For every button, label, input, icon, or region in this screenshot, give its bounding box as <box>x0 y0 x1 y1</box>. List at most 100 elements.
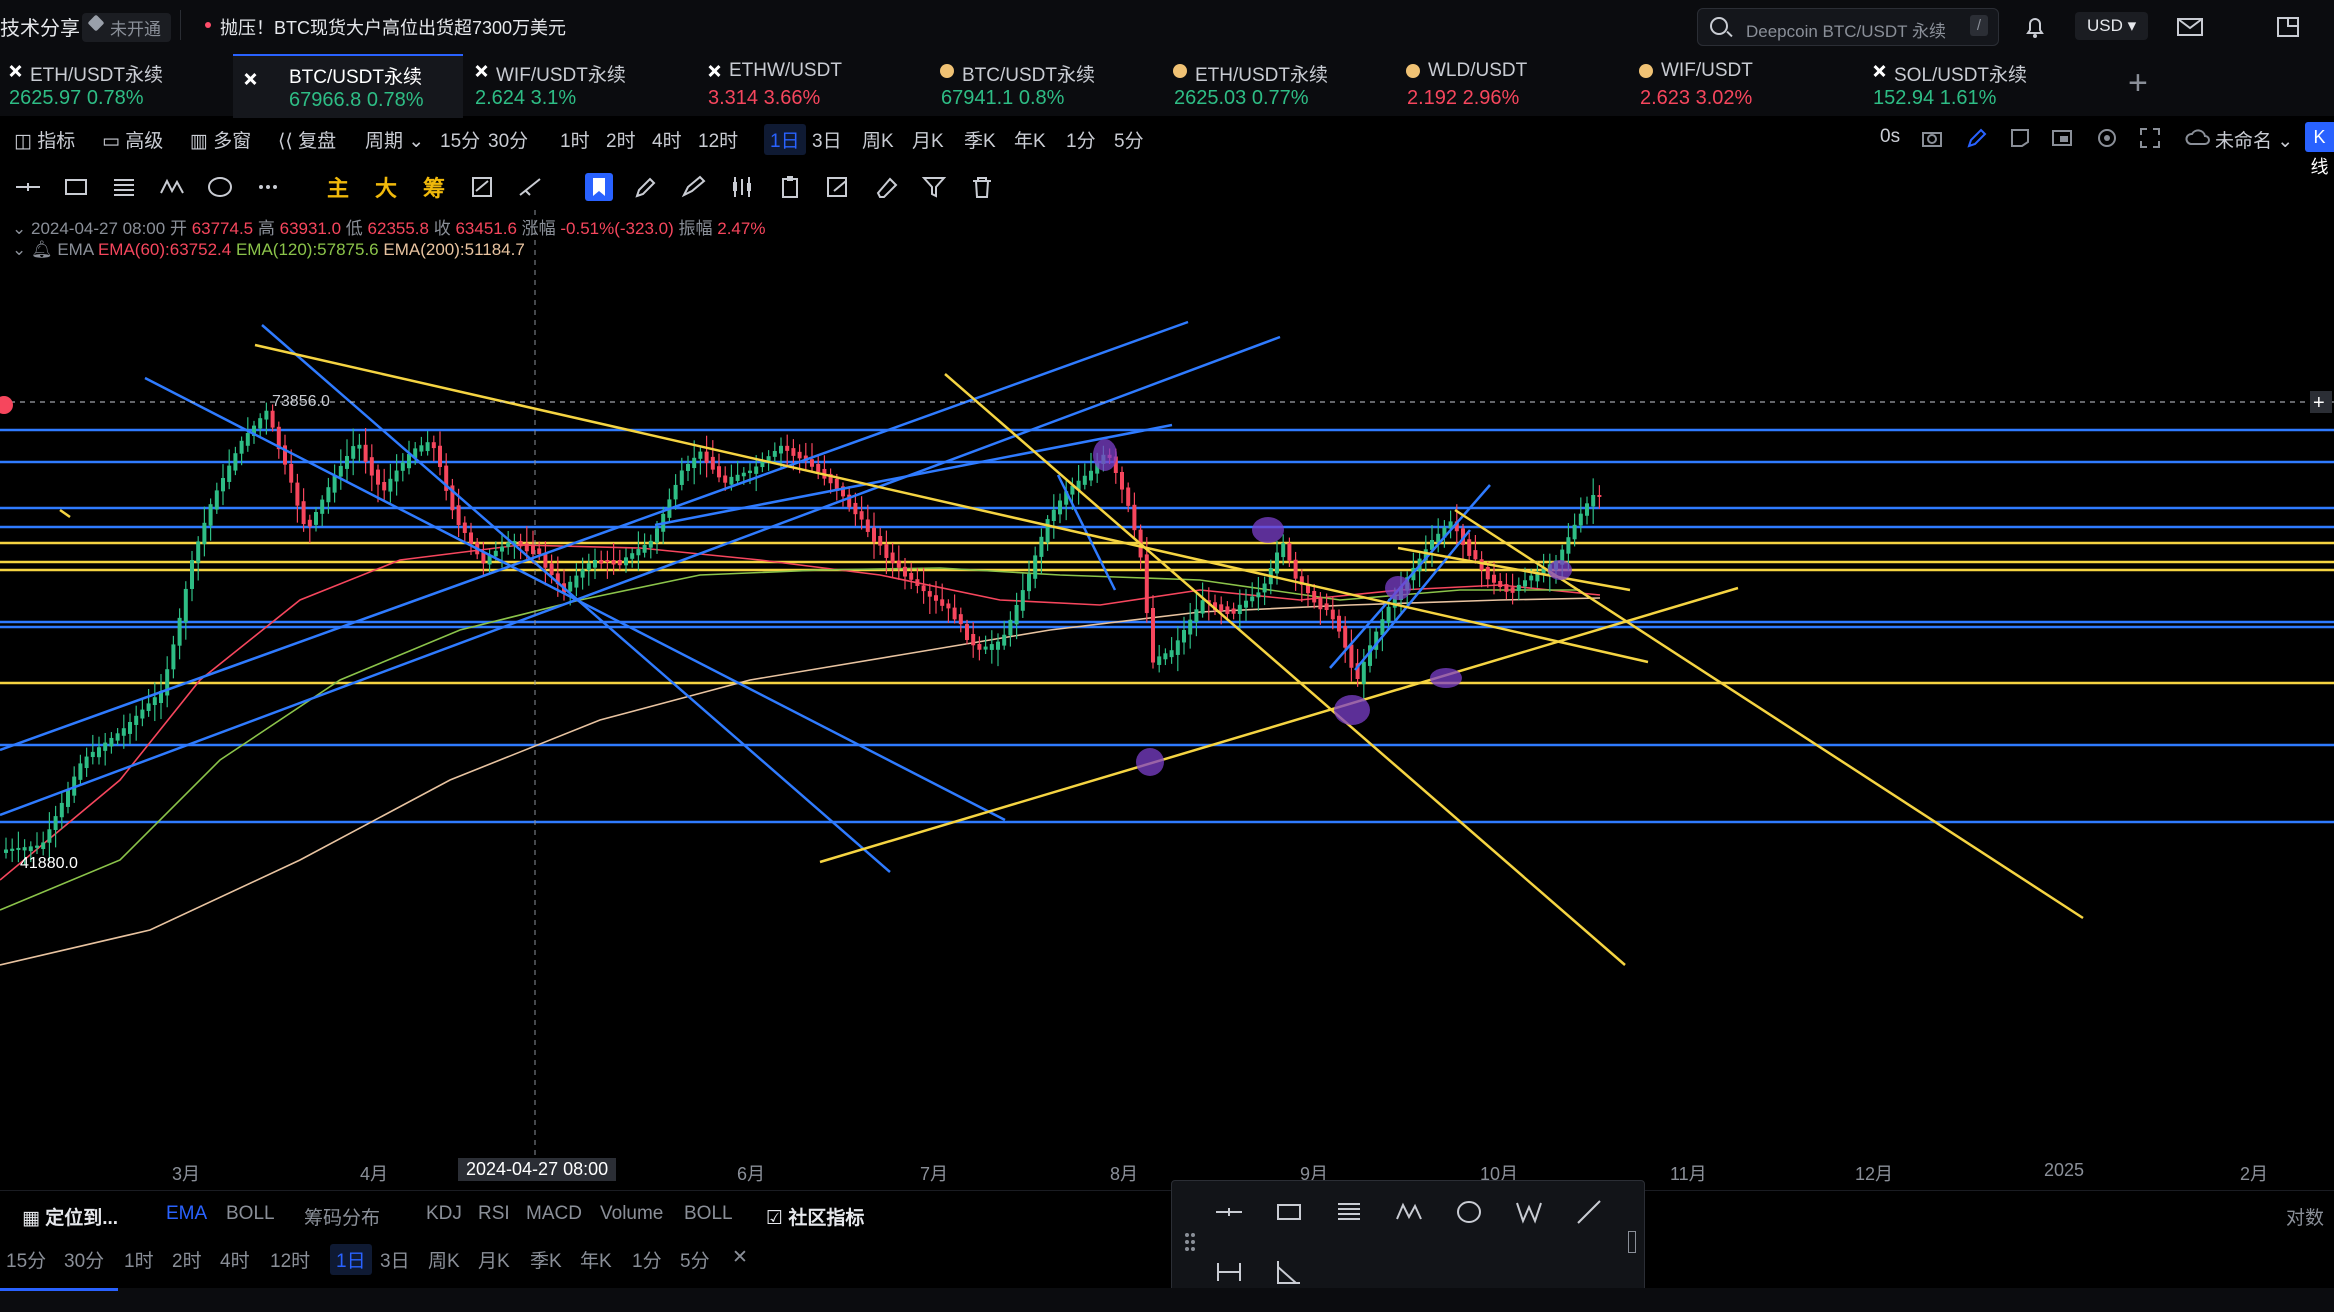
interval-option[interactable]: 季K <box>964 126 996 153</box>
interval-option[interactable]: 12时 <box>270 1246 310 1273</box>
ticker-tab[interactable]: SOL/USDT永续 152.94 1.61% <box>1864 54 2094 116</box>
interval-option[interactable]: 月K <box>912 126 944 153</box>
camera-icon[interactable] <box>1920 126 1944 150</box>
indicator-tab[interactable]: RSI <box>478 1203 510 1225</box>
indicator-tab[interactable]: MACD <box>526 1203 582 1225</box>
date-range-icon[interactable] <box>1214 1257 1244 1287</box>
interval-option[interactable]: 15分 <box>440 126 480 153</box>
interval-option[interactable]: 1分 <box>632 1246 662 1273</box>
rectangle-icon[interactable] <box>62 173 90 201</box>
indicators-button[interactable]: ◫ 指标 <box>14 126 75 153</box>
main-chart-tool[interactable]: 主 <box>327 171 349 203</box>
interval-option[interactable]: 季K <box>530 1246 562 1273</box>
cloud-icon[interactable] <box>2185 126 2211 150</box>
add-tab-icon[interactable]: + <box>2128 64 2148 103</box>
window-icon[interactable] <box>2274 12 2304 42</box>
w-pattern-icon[interactable] <box>1514 1197 1544 1227</box>
clipboard-icon[interactable] <box>776 173 804 201</box>
advanced-button[interactable]: ▭ 高级 <box>102 126 163 153</box>
interval-option[interactable]: 周K <box>862 126 894 153</box>
multi-window-button[interactable]: ▥ 多窗 <box>190 126 251 153</box>
mail-icon[interactable] <box>2175 12 2205 42</box>
ticker-tab[interactable]: ETH/USDT永续 2625.97 0.78% <box>0 54 230 116</box>
interval-option[interactable]: 1时 <box>560 126 590 153</box>
rectangle-icon[interactable] <box>1274 1197 1304 1227</box>
price-chart[interactable]: 73856.0 41880.0 + <box>0 210 2334 1160</box>
interval-option[interactable]: 5分 <box>680 1246 710 1273</box>
interval-option[interactable]: 30分 <box>488 126 528 153</box>
news-headline[interactable]: 抛压！BTC现货大户高位出货超7300万美元 <box>220 14 566 40</box>
settings-icon[interactable] <box>2095 126 2119 150</box>
interval-option[interactable]: 5分 <box>1114 126 1144 153</box>
interval-option[interactable]: 1日 <box>764 124 806 155</box>
magnet-icon[interactable] <box>468 173 496 201</box>
interval-option[interactable]: 周K <box>428 1246 460 1273</box>
interval-option[interactable]: 2时 <box>172 1246 202 1273</box>
measure-icon[interactable] <box>516 173 544 201</box>
layers-icon[interactable] <box>2050 126 2074 150</box>
period-dropdown[interactable]: 周期 ⌄ <box>365 126 424 153</box>
ellipse-icon[interactable] <box>206 173 234 201</box>
interval-option[interactable]: 年K <box>580 1246 612 1273</box>
indicator-tab[interactable]: 筹码分布 <box>304 1203 380 1230</box>
bell-icon[interactable] <box>2020 12 2050 42</box>
ticker-tab[interactable]: WLD/USDT 2.192 2.96% <box>1398 54 1628 116</box>
fib-icon[interactable] <box>110 173 138 201</box>
interval-option[interactable]: 2时 <box>606 126 636 153</box>
floating-draw-toolbar[interactable] <box>1171 1180 1645 1302</box>
replay-button[interactable]: ⟨⟨ 复盘 <box>278 126 336 153</box>
big-order-tool[interactable]: 大 <box>375 171 397 203</box>
kline-button[interactable]: K线 <box>2305 122 2334 177</box>
interval-option[interactable]: 1日 <box>330 1244 372 1275</box>
ellipse-icon[interactable] <box>1454 1197 1484 1227</box>
indicator-tab[interactable]: BOLL <box>684 1203 733 1225</box>
brush-icon[interactable] <box>680 173 708 201</box>
interval-option[interactable]: 4时 <box>652 126 682 153</box>
indicator-tab[interactable]: Volume <box>600 1203 663 1225</box>
pencil-icon[interactable] <box>632 173 660 201</box>
search-input[interactable]: Deepcoin BTC/USDT 永续 <box>1746 17 1946 42</box>
horizontal-line-icon[interactable] <box>1214 1197 1244 1227</box>
search-box[interactable]: Deepcoin BTC/USDT 永续 / <box>1697 8 1999 46</box>
chips-tool[interactable]: 筹 <box>423 171 445 203</box>
filter-icon[interactable] <box>920 173 948 201</box>
trendline-icon[interactable] <box>1574 1197 1604 1227</box>
ticker-tab[interactable]: BTC/USDT永续 67941.1 0.8% <box>932 54 1162 116</box>
horizontal-line-icon[interactable] <box>14 173 42 201</box>
status-badge[interactable]: 未开通 <box>82 13 171 42</box>
close-icon[interactable]: ✕ <box>732 1246 748 1269</box>
interval-option[interactable]: 1分 <box>1066 126 1096 153</box>
ticker-tab[interactable]: ETH/USDT永续 2625.03 0.77% <box>1165 54 1395 116</box>
interval-option[interactable]: 12时 <box>698 126 738 153</box>
pen-icon[interactable] <box>1965 126 1989 150</box>
indicator-tab[interactable]: KDJ <box>426 1203 462 1225</box>
fib-icon[interactable] <box>1334 1197 1364 1227</box>
candles-icon[interactable] <box>728 173 756 201</box>
trash-icon[interactable] <box>968 173 996 201</box>
ticker-tab[interactable]: ETHW/USDT 3.314 3.66% <box>699 54 929 116</box>
interval-option[interactable]: 3日 <box>812 126 842 153</box>
interval-option[interactable]: 15分 <box>6 1246 46 1273</box>
interval-option[interactable]: 4时 <box>220 1246 250 1273</box>
drag-handle-icon[interactable] <box>1184 1231 1196 1253</box>
locate-button[interactable]: ▦ 定位到... <box>22 1203 118 1230</box>
edit-note-icon[interactable] <box>824 173 852 201</box>
ticker-tab[interactable]: WIF/USDT永续 2.624 3.1% <box>466 54 696 116</box>
interval-option[interactable]: 30分 <box>64 1246 104 1273</box>
fullscreen-icon[interactable] <box>2138 126 2162 150</box>
layout-name-dropdown[interactable]: 未命名 ⌄ <box>2215 126 2293 153</box>
ticker-tab[interactable]: WIF/USDT 2.623 3.02% <box>1631 54 1861 116</box>
log-scale-toggle[interactable]: 对数 <box>2286 1203 2324 1230</box>
ticker-tab[interactable]: BTC/USDT永续 67966.8 0.78% <box>233 54 463 118</box>
interval-option[interactable]: 年K <box>1014 126 1046 153</box>
eraser-icon[interactable] <box>872 173 900 201</box>
wave-icon[interactable] <box>1394 1197 1424 1227</box>
interval-option[interactable]: 1时 <box>124 1246 154 1273</box>
resize-handle-icon[interactable] <box>1628 1231 1636 1253</box>
wave-icon[interactable] <box>158 173 186 201</box>
community-indicators-button[interactable]: ☑ 社区指标 <box>766 1203 864 1230</box>
indicator-tab[interactable]: BOLL <box>226 1203 275 1225</box>
more-icon[interactable] <box>254 173 282 201</box>
interval-option[interactable]: 3日 <box>380 1246 410 1273</box>
indicator-tab[interactable]: EMA <box>166 1203 207 1225</box>
